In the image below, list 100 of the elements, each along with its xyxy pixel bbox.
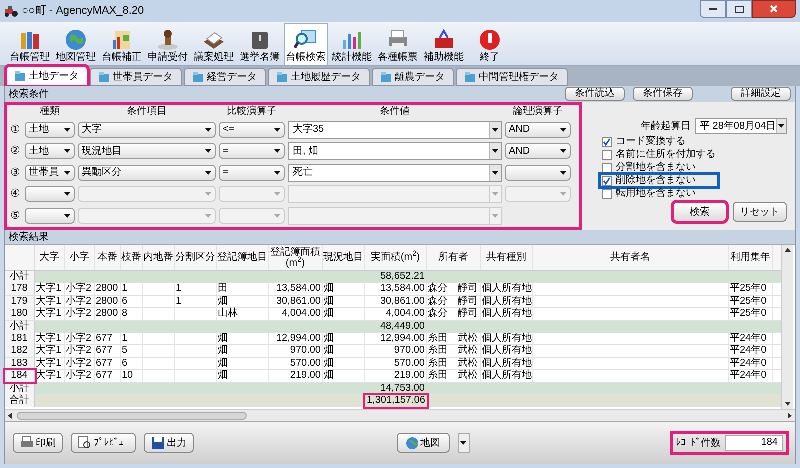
operator-select[interactable] (219, 186, 285, 202)
vertical-scrollbar[interactable] (781, 245, 793, 409)
scroll-thumb[interactable] (17, 412, 247, 420)
section-title: 検索条件 (9, 88, 49, 102)
maximize-button[interactable] (726, 0, 752, 18)
toolbar-button[interactable]: 補助機能 (422, 23, 466, 65)
toolbar-button[interactable]: 各種帳票 (376, 23, 420, 65)
dropdown-button[interactable] (458, 433, 470, 453)
table-cell: 糸田 武松 (427, 345, 481, 358)
caret-icon (492, 128, 499, 132)
column-header: 現況地目 (324, 252, 364, 263)
table-cell: 13,584.00 (269, 283, 323, 296)
toolbar-button[interactable]: 台帳検索 (284, 23, 328, 65)
tab[interactable]: 離農データ (372, 68, 454, 86)
toolbar-button[interactable]: 申請受付 (146, 23, 190, 65)
checkbox-option[interactable]: 分割地を含まない (600, 161, 718, 174)
checkbox[interactable] (602, 188, 612, 198)
date-label: 年齢起算日 (641, 120, 691, 134)
tab[interactable]: 土地データ (6, 66, 88, 86)
checkbox-option[interactable]: 名前に住所を付加する (600, 148, 718, 161)
checkbox[interactable] (602, 162, 612, 172)
toolbar-button[interactable]: 統計機能 (330, 23, 374, 65)
horizontal-scrollbar[interactable] (5, 409, 795, 421)
caret-icon (492, 192, 499, 196)
column-header: 登記簿地目 (218, 252, 268, 263)
toolbar-text-button[interactable]: 条件読込 (565, 87, 625, 101)
close-button[interactable] (752, 0, 796, 18)
column-header: 分割区分 (176, 252, 216, 263)
type-select[interactable]: 土地 (25, 143, 75, 160)
table-cell: 平25年0 (729, 308, 773, 320)
caret-icon (205, 170, 212, 175)
caret-icon (560, 149, 567, 154)
checkbox-option[interactable]: 転用地を含まない (600, 187, 718, 200)
table-cell: 1 (175, 283, 217, 296)
footer-button[interactable]: 印刷 (13, 433, 63, 453)
map-button[interactable]: 地図 (396, 433, 450, 453)
operator-select[interactable] (219, 208, 285, 224)
checkbox[interactable] (602, 176, 612, 186)
table-cell: 森分 靜司 (427, 283, 481, 296)
column-header: 所有者 (438, 252, 468, 263)
item-select[interactable]: 大字 (78, 122, 216, 138)
subtotal-cell: 1,301,157.06 (365, 394, 427, 407)
tab[interactable]: 中間管理権データ (456, 68, 568, 86)
value-combo[interactable] (288, 206, 502, 225)
footer-button[interactable]: ﾌﾟﾚﾋﾞｭｰ (71, 433, 136, 453)
logic-select[interactable]: AND (505, 122, 571, 138)
item-select[interactable] (78, 186, 216, 202)
tab[interactable]: 経営データ (184, 68, 266, 86)
table-cell: 4,004.00 (365, 308, 427, 320)
footer-button[interactable]: 出力 (144, 433, 194, 453)
column-header: 種類 (39, 106, 61, 119)
folder-icon (193, 72, 203, 82)
item-select[interactable]: 現況地目 (78, 143, 216, 160)
value-combo[interactable]: 大字35 (288, 120, 502, 139)
toolbar-button[interactable]: 台帳補正 (100, 23, 144, 65)
value-combo[interactable] (288, 185, 502, 204)
reset-button[interactable]: リセット (733, 202, 787, 222)
type-select[interactable] (25, 186, 75, 202)
checkbox-option[interactable]: 削除地を含まない (600, 174, 718, 187)
operator-select[interactable]: = (219, 143, 285, 160)
operator-select[interactable]: <= (219, 122, 285, 138)
toolbar-button[interactable]: 終了 (468, 23, 512, 65)
tab[interactable]: 土地履歴データ (268, 68, 370, 86)
item-select[interactable]: 異動区分 (78, 164, 216, 181)
column-header: 条件項目 (126, 106, 168, 119)
minimize-button[interactable] (700, 0, 726, 18)
caret-icon (560, 192, 567, 196)
logic-select[interactable] (505, 186, 571, 202)
type-select[interactable] (25, 208, 75, 224)
caret-icon (274, 214, 281, 218)
checkbox[interactable] (602, 136, 612, 146)
logic-select[interactable] (505, 164, 571, 181)
minimize-icon (709, 8, 717, 10)
table-cell: 平24年0 (729, 370, 773, 382)
table-cell: 大字1 (35, 283, 65, 296)
type-select[interactable]: 土地 (25, 122, 75, 138)
item-select[interactable] (78, 208, 216, 224)
caret-icon (64, 214, 71, 218)
toolbar-button[interactable]: 議案処理 (192, 23, 236, 65)
date-field[interactable]: 平 28年08月04日 (695, 118, 787, 134)
toolbar-button[interactable]: 地図管理 (54, 23, 98, 65)
search-button[interactable]: 検索 (673, 202, 727, 222)
toolbar-text-button[interactable]: 詳細設定 (731, 87, 791, 101)
operator-select[interactable]: = (219, 164, 285, 181)
row-header: 184 (5, 370, 35, 382)
value-combo[interactable]: 死亡 (288, 164, 502, 182)
toolbar-button[interactable]: 台帳管理 (8, 23, 52, 65)
toolbar-button[interactable]: 選挙名簿 (238, 23, 282, 65)
checkbox[interactable] (602, 150, 612, 160)
checkbox-option[interactable]: コード変換する (600, 135, 718, 148)
value-combo[interactable]: 田, 畑 (288, 142, 502, 160)
tab[interactable]: 世帯員データ (90, 68, 182, 86)
column-header: 利用集年 (730, 252, 770, 263)
section-title: 検索結果 (9, 230, 49, 244)
table-cell: 小字2 (65, 283, 95, 296)
logic-select[interactable]: AND (505, 143, 571, 160)
column-header: 実面積(m$^{2}$) (370, 252, 420, 263)
type-select[interactable]: 世帯員 (25, 164, 75, 181)
table-cell: 4,004.00 (269, 308, 323, 320)
toolbar-text-button[interactable]: 条件保存 (633, 87, 693, 101)
